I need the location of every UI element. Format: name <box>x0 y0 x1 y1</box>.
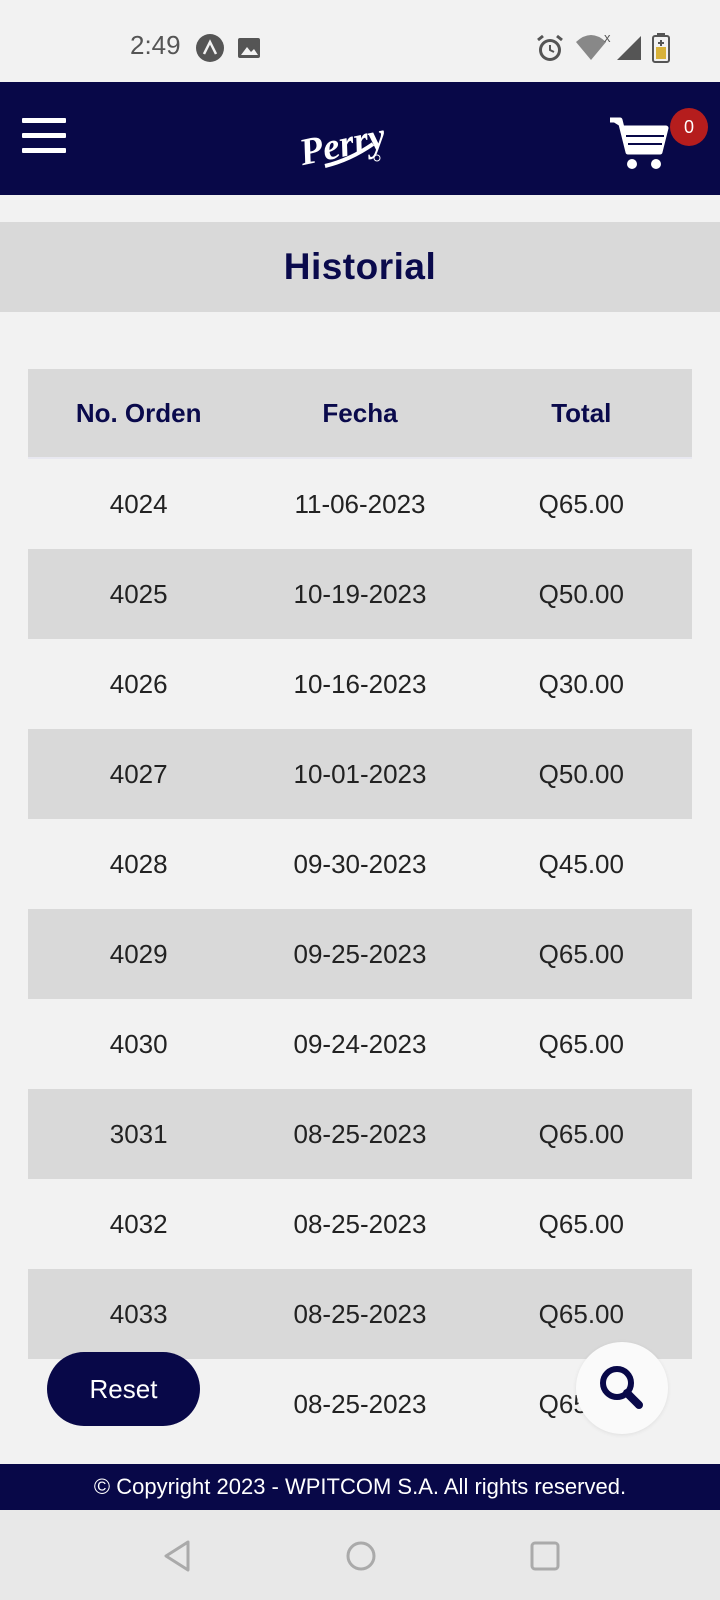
home-icon[interactable] <box>341 1536 381 1576</box>
table-row[interactable]: 3031 08-25-2023 Q65.00 <box>28 1089 692 1179</box>
order-number-cell: 4026 <box>109 668 168 699</box>
table-header-row: No. Orden Fecha Total <box>28 369 692 459</box>
total-cell: Q65.00 <box>538 1208 624 1239</box>
total-cell: Q65.00 <box>538 1118 624 1149</box>
column-header-total: Total <box>551 397 612 428</box>
footer: © Copyright 2023 - WPITCOM S.A. All righ… <box>0 1464 720 1510</box>
table-row[interactable]: 4024 11-06-2023 Q65.00 <box>28 459 692 549</box>
system-nav-bar <box>0 1510 720 1600</box>
order-number-cell: 4032 <box>109 1208 168 1239</box>
table-row[interactable]: 4029 09-25-2023 Q65.00 <box>28 909 692 999</box>
reset-button[interactable]: Reset <box>47 1352 200 1426</box>
column-header-date: Fecha <box>322 397 398 428</box>
brand-logo: Perry <box>295 115 389 174</box>
page-title: Historial <box>283 246 437 287</box>
total-cell: Q45.00 <box>538 848 624 879</box>
table-row[interactable]: 4030 09-24-2023 Q65.00 <box>28 999 692 1089</box>
date-cell: 09-25-2023 <box>293 938 427 969</box>
date-cell: 08-25-2023 <box>293 1208 427 1239</box>
order-number-cell: 4027 <box>109 758 168 789</box>
wifi-icon: x <box>576 30 611 60</box>
status-time: 2:49 <box>130 30 181 60</box>
copyright-text: © Copyright 2023 - WPITCOM S.A. All righ… <box>93 1474 627 1499</box>
recents-icon[interactable] <box>525 1536 565 1576</box>
signal-icon <box>617 36 641 60</box>
hamburger-menu-icon[interactable] <box>22 118 66 158</box>
total-cell: Q50.00 <box>538 578 624 609</box>
order-number-cell: 4033 <box>109 1298 168 1329</box>
date-cell: 08-25-2023 <box>293 1118 427 1149</box>
search-icon <box>600 1366 643 1409</box>
cart-count-badge: 0 <box>670 108 708 146</box>
image-icon <box>238 38 260 58</box>
table-row[interactable]: 4027 10-01-2023 Q50.00 <box>28 729 692 819</box>
shopping-cart-icon <box>610 117 669 169</box>
column-header-order-number: No. Orden <box>75 397 202 428</box>
total-cell: Q30.00 <box>538 668 624 699</box>
table-body: 4024 11-06-2023 Q65.00 4025 10-19-2023 Q50.00… <box>28 459 692 1449</box>
table-row[interactable]: 4025 10-19-2023 Q50.00 <box>28 549 692 639</box>
status-bar: 2:49 x <box>0 0 720 82</box>
table-row[interactable]: 4026 10-16-2023 Q30.00 <box>28 639 692 729</box>
date-cell: 10-16-2023 <box>293 668 427 699</box>
date-cell: 10-19-2023 <box>293 578 427 609</box>
order-number-cell: 3031 <box>109 1118 168 1149</box>
date-cell: 09-30-2023 <box>293 848 427 879</box>
table-row[interactable]: 4028 09-30-2023 Q45.00 <box>28 819 692 909</box>
battery-icon <box>652 33 670 63</box>
table-row[interactable]: 4032 08-25-2023 Q65.00 <box>28 1179 692 1269</box>
order-number-cell: 4029 <box>109 938 168 969</box>
order-number-cell: 4025 <box>109 578 168 609</box>
alarm-icon <box>537 34 563 61</box>
total-cell: Q65.00 <box>538 938 624 969</box>
total-cell: Q65.00 <box>538 1298 624 1329</box>
date-cell: 10-01-2023 <box>293 758 427 789</box>
order-number-cell: 4028 <box>109 848 168 879</box>
svg-text:x: x <box>604 30 611 45</box>
app-header: Perry 0 <box>0 82 720 195</box>
date-cell: 11-06-2023 <box>294 488 426 519</box>
back-icon[interactable] <box>158 1536 198 1576</box>
date-cell: 08-25-2023 <box>293 1388 427 1419</box>
title-bar: Historial <box>0 222 720 312</box>
total-cell: Q65.00 <box>538 488 624 519</box>
order-number-cell: 4024 <box>109 488 168 519</box>
logo-text: Perry <box>295 115 389 174</box>
search-button[interactable] <box>576 1342 668 1434</box>
order-number-cell: 4030 <box>109 1028 168 1059</box>
app-notification-icon <box>196 34 224 62</box>
date-cell: 08-25-2023 <box>293 1298 427 1329</box>
total-cell: Q50.00 <box>538 758 624 789</box>
cart-button[interactable]: 0 <box>608 104 712 176</box>
orders-table: No. Orden Fecha Total 4024 11-06-2023 Q65.… <box>28 369 692 1449</box>
date-cell: 09-24-2023 <box>293 1028 427 1059</box>
total-cell: Q65.00 <box>538 1028 624 1059</box>
